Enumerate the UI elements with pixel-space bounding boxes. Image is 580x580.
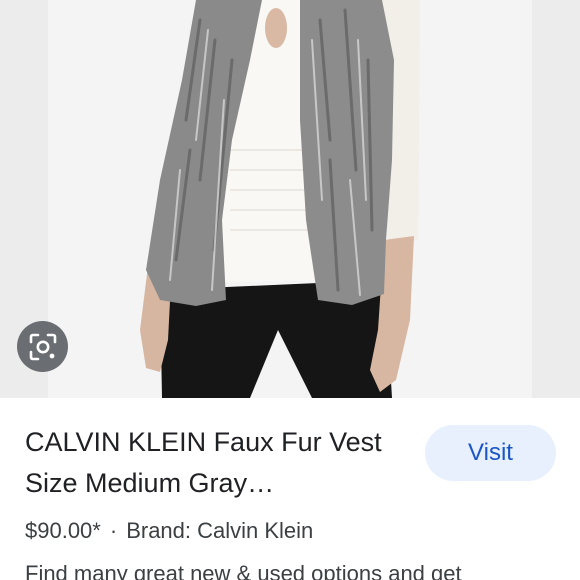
separator-dot: · bbox=[109, 518, 118, 543]
lens-search-button[interactable] bbox=[17, 321, 68, 372]
product-description: Find many great new & used options and g… bbox=[25, 561, 462, 580]
visit-button[interactable]: Visit bbox=[425, 425, 556, 481]
product-photo bbox=[0, 0, 580, 398]
google-lens-icon bbox=[29, 333, 57, 361]
product-title[interactable]: CALVIN KLEIN Faux Fur Vest Size Medium G… bbox=[25, 422, 400, 504]
price-row: $90.00* · Brand: Calvin Klein bbox=[25, 518, 313, 544]
product-brand: Brand: Calvin Klein bbox=[126, 518, 314, 543]
product-image-area[interactable] bbox=[0, 0, 580, 398]
product-price: $90.00* bbox=[25, 518, 101, 543]
